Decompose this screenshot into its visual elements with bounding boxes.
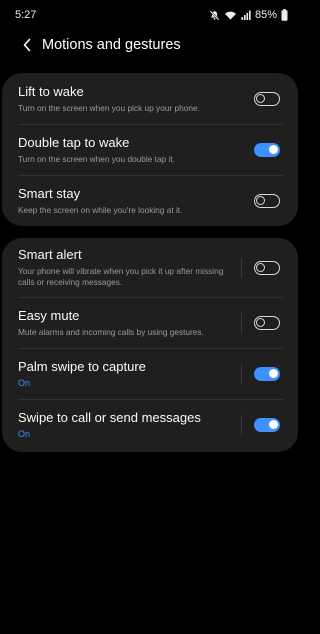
setting-title: Easy mute — [18, 307, 80, 323]
setting-title: Swipe to call or send messages — [18, 409, 201, 425]
mute-icon — [209, 9, 220, 21]
back-button[interactable] — [12, 32, 42, 58]
lift-to-wake-toggle[interactable] — [254, 91, 280, 106]
setting-lift-to-wake[interactable]: Lift to wake Turn on the screen when you… — [2, 73, 298, 124]
battery-icon — [281, 9, 288, 21]
easy-mute-toggle[interactable] — [254, 315, 280, 330]
setting-swipe-to-call[interactable]: Swipe to call or send messages On — [2, 399, 298, 450]
settings-group-gestures: Smart alert Your phone will vibrate when… — [2, 238, 298, 452]
swipe-to-call-toggle[interactable] — [254, 417, 280, 432]
setting-title: Lift to wake — [18, 83, 84, 99]
setting-easy-mute[interactable]: Easy mute Mute alarms and incoming calls… — [2, 297, 298, 348]
smart-stay-toggle[interactable] — [254, 193, 280, 208]
row-divider — [241, 257, 242, 278]
smart-alert-toggle[interactable] — [254, 260, 280, 275]
setting-status: On — [18, 377, 31, 388]
setting-status: On — [18, 428, 31, 439]
setting-smart-alert[interactable]: Smart alert Your phone will vibrate when… — [2, 238, 298, 297]
setting-description: Mute alarms and incoming calls by using … — [18, 326, 204, 337]
app-bar: Motions and gestures — [0, 32, 300, 58]
setting-description: Turn on the screen when you double tap i… — [18, 153, 175, 164]
status-time: 5:27 — [15, 9, 37, 21]
double-tap-to-wake-toggle[interactable] — [254, 142, 280, 157]
setting-title: Double tap to wake — [18, 134, 130, 150]
setting-title: Palm swipe to capture — [18, 358, 146, 374]
status-bar: 5:27 85% — [0, 0, 300, 30]
setting-double-tap-to-wake[interactable]: Double tap to wake Turn on the screen wh… — [2, 124, 298, 175]
setting-palm-swipe-to-capture[interactable]: Palm swipe to capture On — [2, 348, 298, 399]
setting-description: Keep the screen on while you're looking … — [18, 204, 183, 215]
row-divider — [241, 414, 242, 435]
signal-icon — [241, 10, 251, 20]
settings-group-wake: Lift to wake Turn on the screen when you… — [2, 73, 298, 226]
page-title: Motions and gestures — [42, 37, 181, 53]
wifi-icon — [224, 11, 236, 20]
palm-swipe-toggle[interactable] — [254, 366, 280, 381]
setting-title: Smart alert — [18, 247, 82, 262]
back-arrow-icon — [23, 38, 31, 52]
row-divider — [241, 363, 242, 384]
setting-smart-stay[interactable]: Smart stay Keep the screen on while you'… — [2, 175, 298, 226]
battery-percent: 85% — [254, 9, 277, 21]
setting-description: Your phone will vibrate when you pick it… — [18, 266, 224, 287]
setting-title: Smart stay — [18, 185, 81, 201]
setting-description: Turn on the screen when you pick up your… — [18, 102, 200, 113]
status-icons: 85% — [209, 9, 288, 21]
row-divider — [241, 312, 242, 333]
